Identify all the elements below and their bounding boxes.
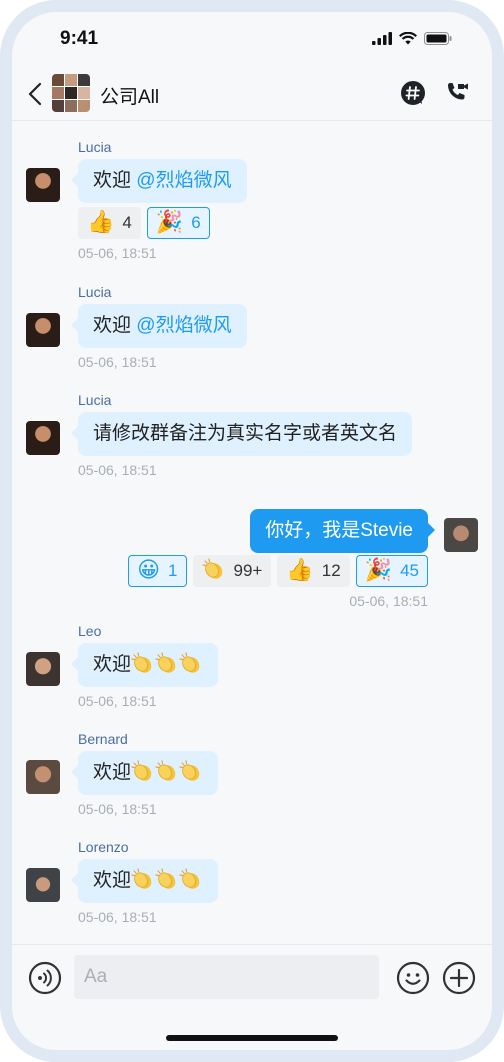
reaction-count: 12 bbox=[321, 561, 341, 580]
message-time: 05-06, 18:51 bbox=[78, 462, 157, 478]
mention-link[interactable]: @烈焰微风 bbox=[136, 170, 231, 191]
message-text: 欢迎 bbox=[93, 870, 132, 891]
message-time: 05-06, 18:51 bbox=[78, 801, 157, 817]
signal-icon bbox=[372, 32, 392, 45]
reaction-count: 1 bbox=[168, 561, 178, 580]
sender-name: Lucia bbox=[78, 392, 112, 408]
clapping-hands-icon bbox=[131, 868, 152, 889]
reaction-party-popper[interactable]: 🎉 6 bbox=[146, 207, 210, 239]
clapping-hands-icon bbox=[131, 652, 152, 673]
clapping-hands-icon bbox=[179, 760, 200, 781]
home-indicator bbox=[166, 1035, 338, 1041]
avatar-leo[interactable] bbox=[26, 652, 60, 686]
message-bubble[interactable]: 欢迎 bbox=[70, 751, 219, 795]
message-text: 欢迎 bbox=[93, 315, 137, 336]
reaction-clapping-hands[interactable]: 99+ bbox=[192, 555, 272, 587]
message-bubble[interactable]: 欢迎 @烈焰微风 bbox=[71, 304, 247, 348]
reaction-thumbs-up[interactable]: 👍 4 bbox=[78, 207, 141, 239]
status-icons bbox=[372, 32, 452, 45]
back-button[interactable] bbox=[24, 80, 48, 108]
clapping-hands-icon bbox=[131, 760, 152, 781]
sender-name: Lucia bbox=[78, 284, 112, 300]
message-input[interactable] bbox=[74, 955, 379, 999]
wifi-icon bbox=[399, 32, 417, 45]
message-bubble[interactable]: 欢迎 bbox=[70, 859, 219, 903]
reaction-thumbs-up[interactable]: 👍 12 bbox=[277, 555, 350, 587]
message-bubble[interactable]: 你好，我是Stevie bbox=[250, 509, 435, 553]
battery-icon bbox=[424, 32, 452, 45]
message-time: 05-06, 18:51 bbox=[78, 245, 157, 261]
reaction-bar: 😀 1 99+ 👍 12 🎉 45 bbox=[128, 555, 428, 587]
message-time: 05-06, 18:51 bbox=[78, 909, 157, 925]
avatar-lucia[interactable] bbox=[26, 313, 60, 347]
reaction-count: 4 bbox=[122, 213, 132, 232]
input-bar bbox=[12, 944, 492, 1050]
party-popper-icon: 🎉 bbox=[364, 558, 393, 583]
message-text: 欢迎 bbox=[93, 170, 137, 191]
grinning-face-icon: 😀 bbox=[137, 558, 161, 583]
avatar-bernard[interactable] bbox=[26, 760, 60, 794]
sender-name: Lucia bbox=[78, 139, 112, 155]
clapping-hands-icon bbox=[179, 868, 200, 889]
status-bar: 9:41 bbox=[12, 12, 492, 68]
hashtag-button[interactable] bbox=[400, 80, 426, 106]
message-time: 05-06, 18:51 bbox=[78, 354, 157, 370]
clapping-hands-icon bbox=[155, 652, 176, 673]
mention-link[interactable]: @烈焰微风 bbox=[136, 315, 231, 336]
message-text: 欢迎 bbox=[93, 762, 132, 783]
message-list[interactable]: Lucia 欢迎 @烈焰微风 👍 4 🎉 6 05-06, 18:51 Luci… bbox=[12, 121, 492, 943]
sender-name: Bernard bbox=[78, 731, 128, 747]
phone-frame: 9:41 公司All Lucia 欢迎 @烈焰微风 👍 4 🎉 6 05-06,… bbox=[0, 0, 504, 1062]
sender-name: Leo bbox=[78, 623, 102, 639]
reaction-party-popper[interactable]: 🎉 45 bbox=[355, 555, 428, 587]
sender-name: Lorenzo bbox=[78, 839, 129, 855]
avatar-lorenzo[interactable] bbox=[26, 868, 60, 902]
clapping-hands-icon bbox=[155, 868, 176, 889]
message-text: 你好，我是Stevie bbox=[265, 520, 413, 541]
reaction-count: 6 bbox=[191, 213, 201, 232]
clapping-hands-icon bbox=[179, 652, 200, 673]
reaction-bar: 👍 4 🎉 6 bbox=[78, 207, 210, 239]
reaction-count: 45 bbox=[400, 561, 419, 580]
add-button[interactable] bbox=[442, 961, 476, 995]
status-time: 9:41 bbox=[60, 28, 99, 49]
avatar-lucia[interactable] bbox=[26, 421, 60, 455]
message-time: 05-06, 18:51 bbox=[349, 593, 428, 609]
thumbs-up-icon: 👍 bbox=[286, 558, 314, 583]
message-text: 请修改群备注为真实名字或者英文名 bbox=[93, 423, 398, 444]
video-call-button[interactable] bbox=[444, 80, 470, 106]
group-avatar[interactable] bbox=[52, 74, 90, 112]
message-time: 05-06, 18:51 bbox=[78, 693, 157, 709]
message-bubble[interactable]: 请修改群备注为真实名字或者英文名 bbox=[70, 412, 413, 456]
chat-header: 公司All bbox=[12, 68, 492, 121]
clapping-hands-icon bbox=[201, 558, 222, 579]
clapping-hands-icon bbox=[155, 760, 176, 781]
party-popper-icon: 🎉 bbox=[155, 210, 184, 235]
emoji-button[interactable] bbox=[396, 961, 430, 995]
message-bubble[interactable]: 欢迎 @烈焰微风 bbox=[71, 159, 247, 203]
reaction-grinning-face[interactable]: 😀 1 bbox=[128, 555, 187, 587]
voice-input-button[interactable] bbox=[28, 961, 62, 995]
reaction-count: 99+ bbox=[233, 561, 263, 580]
message-text: 欢迎 bbox=[93, 654, 132, 675]
avatar-lucia[interactable] bbox=[26, 168, 60, 202]
thumbs-up-icon: 👍 bbox=[87, 210, 115, 235]
message-bubble[interactable]: 欢迎 bbox=[70, 643, 219, 687]
avatar-stevie[interactable] bbox=[444, 518, 478, 552]
chat-title[interactable]: 公司All bbox=[100, 82, 159, 109]
